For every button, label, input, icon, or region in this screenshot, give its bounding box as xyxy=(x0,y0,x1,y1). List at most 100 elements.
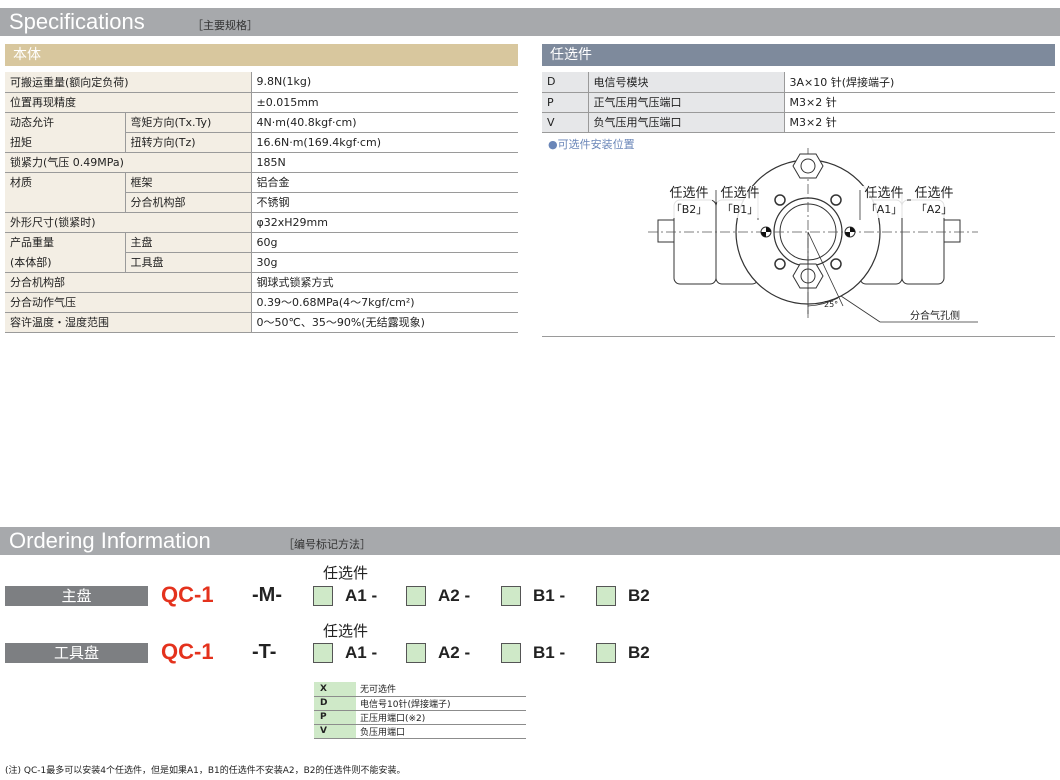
diagram-label-b2: 任选件 「B2」 xyxy=(666,186,712,218)
option-slot-label: B1 - xyxy=(533,586,566,605)
table-row: V 负压用端口 xyxy=(314,724,526,739)
option-slot-box[interactable] xyxy=(313,586,333,606)
legend-code: V xyxy=(314,724,356,739)
spec-label: 分合动作气压 xyxy=(5,292,251,313)
table-row: 锁紧力(气压 0.49MPa) 185N xyxy=(5,152,518,173)
option-value: M3×2 针 xyxy=(783,112,1055,133)
diagram-angle-label: 25° xyxy=(824,300,839,309)
option-label-row2: 任选件 xyxy=(323,622,369,640)
install-position-note: ●可选件安装位置 xyxy=(548,138,635,151)
order-name-master: 主盘 xyxy=(5,586,148,606)
legend-code: D xyxy=(314,696,356,711)
spec-label: 外形尺寸(锁紧时) xyxy=(5,212,251,233)
option-slot-label: B2 xyxy=(628,586,650,605)
spec-label: 动态允许 xyxy=(5,112,125,132)
table-row: 容许温度・湿度范围 0～50℃、35～90%(无结露现象) xyxy=(5,312,518,333)
spec-sub-label: 分合机构部 xyxy=(124,192,251,213)
diagram-label-b1-code: 「B1」 xyxy=(721,203,759,216)
spec-value: 钢球式锁紧方式 xyxy=(250,272,518,293)
legend-code: P xyxy=(314,710,356,725)
table-row: (本体部) 工具盘 30g xyxy=(5,252,518,273)
table-row: D 电信号10针(焊接端子) xyxy=(314,696,526,711)
option-slot-box[interactable] xyxy=(313,643,333,663)
table-row: P 正气压用气压端口 M3×2 针 xyxy=(542,92,1055,113)
diagram-label-b2-code: 「B2」 xyxy=(670,203,708,216)
option-code: D xyxy=(542,72,588,93)
spec-sub-label: 弯矩方向(Tx.Ty) xyxy=(124,112,251,133)
spec-value: 9.8N(1kg) xyxy=(250,72,518,93)
diagram-label-a1-code: 「A1」 xyxy=(865,203,903,216)
spec-value: ±0.015mm xyxy=(250,92,518,113)
table-row: 分合机构部 不锈钢 xyxy=(5,192,518,213)
body-spec-table: 可搬运重量(额向定负荷) 9.8N(1kg) 位置再现精度 ±0.015mm 动… xyxy=(5,72,518,333)
table-row: 动态允许 弯矩方向(Tx.Ty) 4N·m(40.8kgf·cm) xyxy=(5,112,518,133)
spec-value: 16.6N·m(169.4kgf·cm) xyxy=(250,132,518,153)
table-row: 分合动作气压 0.39～0.68MPa(4～7kgf/cm²) xyxy=(5,292,518,313)
diagram-label-a2-code: 「A2」 xyxy=(915,203,953,216)
option-slot-box[interactable] xyxy=(406,586,426,606)
spec-label: 材质 xyxy=(5,172,125,192)
order-type-tool: -T- xyxy=(252,641,277,663)
spec-value: 60g xyxy=(250,232,518,253)
order-model-master: QC-1 xyxy=(161,582,214,607)
spec-label xyxy=(5,192,125,213)
legend-desc: 无可选件 xyxy=(356,682,526,697)
option-slot-label: A2 - xyxy=(438,586,471,605)
specifications-band: Specifications ［主要规格］ xyxy=(0,8,1060,36)
option-name: 正气压用气压端口 xyxy=(587,92,784,113)
diagram-label-a2: 任选件 「A2」 xyxy=(911,186,957,218)
specifications-title: Specifications xyxy=(9,9,145,34)
order-type-master: -M- xyxy=(252,584,282,606)
spec-sub-label: 工具盘 xyxy=(124,252,251,273)
specifications-subtitle: ［主要规格］ xyxy=(192,19,258,32)
option-slot-box[interactable] xyxy=(406,643,426,663)
options-section-header: 任选件 xyxy=(542,44,1055,66)
table-row: X 无可选件 xyxy=(314,682,526,697)
spec-value: 不锈钢 xyxy=(250,192,518,213)
option-name: 电信号模块 xyxy=(587,72,784,93)
option-slot-box[interactable] xyxy=(501,586,521,606)
table-row: 位置再现精度 ±0.015mm xyxy=(5,92,518,113)
ordering-subtitle: ［编号标记方法］ xyxy=(283,538,371,551)
spec-sub-label: 框架 xyxy=(124,172,251,193)
legend-desc: 负压用端口 xyxy=(356,724,526,739)
spec-value: 4N·m(40.8kgf·cm) xyxy=(250,112,518,133)
spec-value: 0.39～0.68MPa(4～7kgf/cm²) xyxy=(250,292,518,313)
table-row: 材质 框架 铝合金 xyxy=(5,172,518,193)
option-code-legend: X 无可选件 D 电信号10针(焊接端子) P 正压用端口(※2) V 负压用端… xyxy=(314,682,526,739)
option-slot-box[interactable] xyxy=(501,643,521,663)
diagram-label-a1: 任选件 「A1」 xyxy=(861,186,907,218)
order-model-tool: QC-1 xyxy=(161,639,214,664)
spec-label: 产品重量 xyxy=(5,232,125,252)
table-row: 可搬运重量(额向定负荷) 9.8N(1kg) xyxy=(5,72,518,93)
spec-sub-label: 扭转方向(Tz) xyxy=(124,132,251,153)
option-slot-box[interactable] xyxy=(596,586,616,606)
option-slot-label: A1 - xyxy=(345,586,378,605)
table-row: P 正压用端口(※2) xyxy=(314,710,526,725)
order-name-tool: 工具盘 xyxy=(5,643,148,663)
option-value: 3A×10 针(焊接端子) xyxy=(783,72,1055,93)
table-row: 扭矩 扭转方向(Tz) 16.6N·m(169.4kgf·cm) xyxy=(5,132,518,153)
spec-label: (本体部) xyxy=(5,252,125,273)
table-row: 外形尺寸(锁紧时) φ32xH29mm xyxy=(5,212,518,233)
spec-label: 可搬运重量(额向定负荷) xyxy=(5,72,251,93)
spec-label: 容许温度・湿度范围 xyxy=(5,312,251,333)
spec-label: 锁紧力(气压 0.49MPa) xyxy=(5,152,251,173)
options-bottom-rule xyxy=(542,336,1055,337)
option-code: P xyxy=(542,92,588,113)
option-slot-label: B2 xyxy=(628,643,650,662)
table-row: V 负气压用气压端口 M3×2 针 xyxy=(542,112,1055,133)
option-label-row1: 任选件 xyxy=(323,564,369,582)
legend-desc: 电信号10针(焊接端子) xyxy=(356,696,526,711)
spec-label: 分合机构部 xyxy=(5,272,251,293)
ordering-title: Ordering Information xyxy=(9,528,211,553)
option-slot-label: A2 - xyxy=(438,643,471,662)
diagram-label-b2-opt: 任选件 xyxy=(669,186,709,201)
body-section-header: 本体 xyxy=(5,44,518,66)
table-row: 产品重量 主盘 60g xyxy=(5,232,518,253)
spec-sub-label: 主盘 xyxy=(124,232,251,253)
spec-value: 185N xyxy=(250,152,518,173)
options-table: D 电信号模块 3A×10 针(焊接端子) P 正气压用气压端口 M3×2 针 … xyxy=(542,72,1055,133)
table-row: D 电信号模块 3A×10 针(焊接端子) xyxy=(542,72,1055,93)
option-slot-box[interactable] xyxy=(596,643,616,663)
